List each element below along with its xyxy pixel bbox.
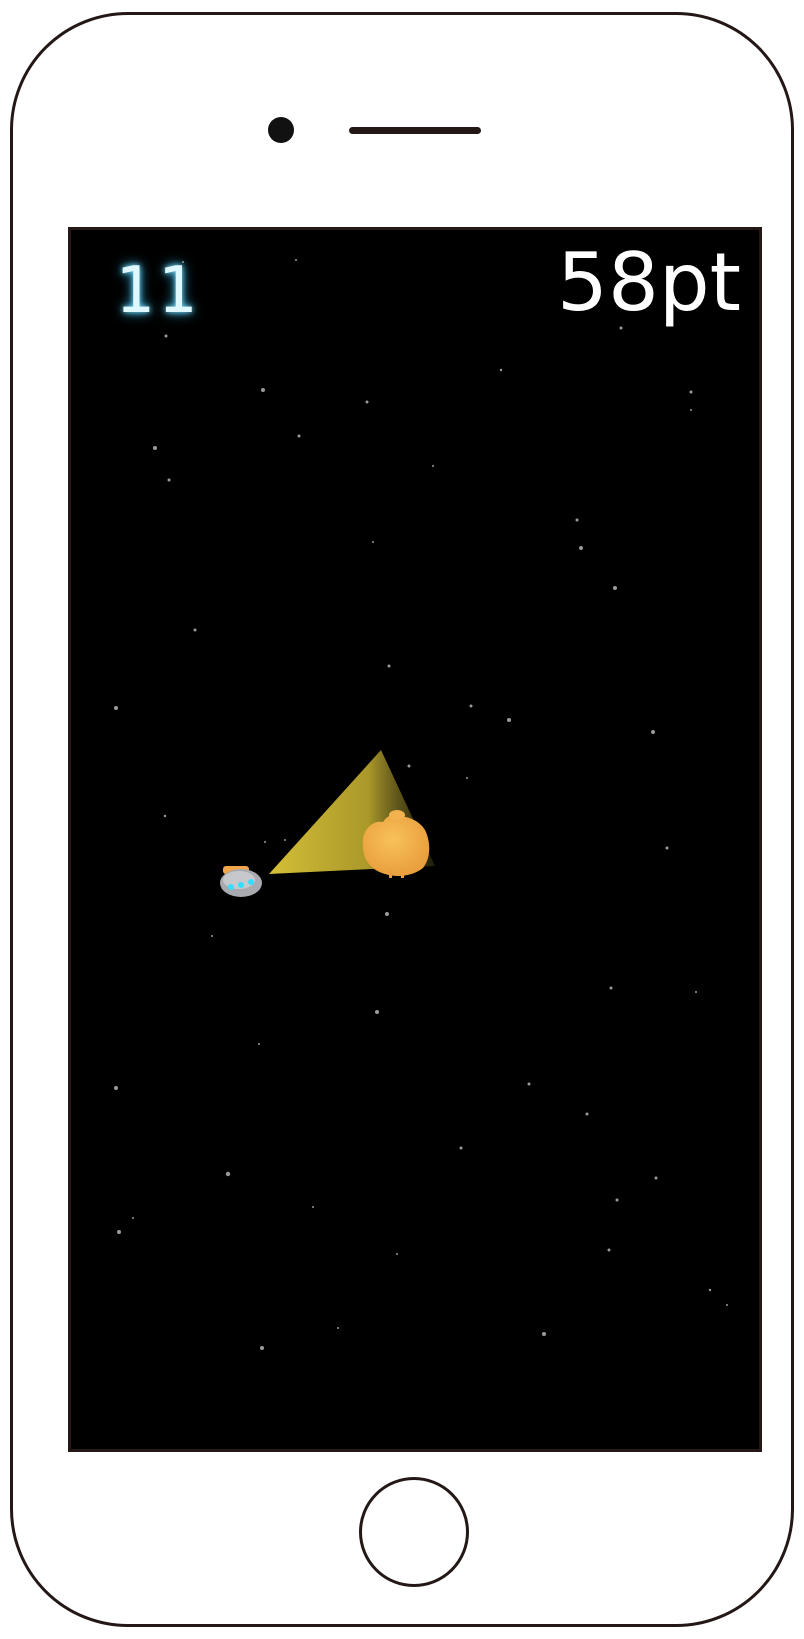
star	[654, 1176, 658, 1180]
star	[407, 764, 411, 768]
star	[225, 1171, 231, 1177]
game-screen[interactable]: 11 58pt	[68, 227, 762, 1452]
star	[114, 1086, 118, 1090]
star	[297, 434, 301, 438]
star	[466, 777, 468, 779]
star	[708, 1288, 712, 1292]
star	[690, 409, 692, 411]
star	[507, 718, 511, 722]
star	[337, 1327, 339, 1329]
star	[260, 1346, 264, 1350]
star	[365, 400, 369, 404]
score-display: 58pt	[557, 236, 741, 329]
front-camera	[268, 117, 294, 143]
star	[542, 1332, 546, 1336]
star	[372, 541, 374, 543]
star	[167, 478, 171, 482]
star	[459, 1146, 463, 1150]
star	[432, 465, 434, 467]
star	[153, 446, 157, 450]
star	[261, 388, 265, 392]
star	[613, 586, 617, 590]
star	[695, 991, 697, 993]
star-group	[114, 259, 728, 1350]
star	[258, 1043, 260, 1045]
home-button[interactable]	[359, 1477, 469, 1587]
star	[665, 846, 669, 850]
star	[469, 704, 473, 708]
star	[163, 814, 167, 818]
star	[385, 912, 389, 916]
star	[585, 1112, 589, 1116]
star	[132, 1217, 134, 1219]
star	[264, 841, 266, 843]
earpiece-speaker	[349, 127, 481, 134]
star	[527, 1082, 531, 1086]
star	[651, 730, 655, 734]
star	[284, 839, 286, 841]
star	[387, 664, 391, 668]
star	[609, 986, 613, 990]
star	[689, 390, 693, 394]
star	[499, 368, 503, 372]
star	[375, 1010, 379, 1014]
star	[579, 546, 583, 550]
star	[312, 1206, 314, 1208]
star	[114, 706, 118, 710]
level-counter: 11	[115, 254, 201, 328]
star	[575, 518, 579, 522]
starfield	[114, 259, 728, 1350]
star	[615, 1198, 619, 1202]
star	[726, 1304, 728, 1306]
phone-frame: 11 58pt	[10, 12, 794, 1627]
star	[117, 1230, 121, 1234]
ship-icon[interactable]	[220, 866, 262, 897]
star	[211, 935, 213, 937]
star	[193, 628, 197, 632]
star	[295, 259, 297, 261]
star	[396, 1253, 398, 1255]
star	[164, 334, 168, 338]
star	[607, 1248, 611, 1252]
